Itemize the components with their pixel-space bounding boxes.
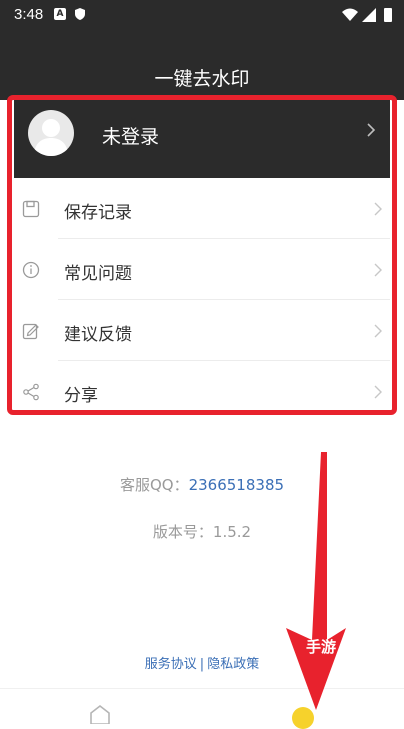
service-agreement-link[interactable]: 服务协议 [145, 657, 197, 672]
menu-item-label: 建议反馈 [64, 325, 132, 345]
app-header: 一键去水印 [0, 30, 404, 100]
wifi-icon [342, 8, 358, 21]
version-text: 版本号：1.5.2 [152, 523, 252, 541]
menu-item-share[interactable]: 分享 [14, 361, 390, 422]
privacy-policy-link[interactable]: 隐私政策 [207, 657, 259, 672]
login-status: 未登录 [102, 126, 160, 148]
battery-icon [384, 8, 392, 22]
status-time: 3:48 [14, 6, 44, 23]
bottom-nav [0, 688, 404, 729]
overlay-label: 手游 [306, 638, 337, 656]
status-bar: 3:48 A [0, 0, 404, 30]
notification-a-icon: A [54, 8, 66, 20]
menu-item-label: 保存记录 [64, 203, 132, 223]
link-separator: | [199, 657, 205, 672]
shield-icon [75, 8, 85, 20]
page-title: 一键去水印 [154, 68, 250, 90]
avatar[interactable] [28, 110, 74, 156]
chevron-right-icon [374, 202, 382, 216]
menu-item-save-records[interactable]: 保存记录 [14, 178, 390, 239]
chevron-right-icon [367, 123, 376, 137]
home-icon[interactable] [89, 704, 111, 724]
status-icons [342, 8, 392, 22]
chevron-right-icon [374, 385, 382, 399]
share-icon [23, 383, 39, 401]
chevron-right-icon [374, 324, 382, 338]
signal-icon [362, 8, 376, 22]
footer-links: 服务协议 | 隐私政策 [0, 653, 404, 672]
profile-row[interactable]: 未登录 [14, 100, 390, 178]
menu-item-faq[interactable]: 常见问题 [14, 239, 390, 300]
menu-list: 保存记录 常见问题 建议反馈 分享 [14, 178, 390, 422]
customer-service-qq: 客服QQ：2366518385 [0, 474, 404, 495]
feedback-icon [22, 323, 39, 340]
qq-number[interactable]: 2366518385 [189, 476, 284, 494]
save-icon [22, 200, 40, 218]
menu-item-label: 分享 [64, 386, 98, 406]
info-icon [22, 261, 40, 279]
qq-label: 客服QQ： [119, 476, 189, 494]
chevron-right-icon [374, 263, 382, 277]
user-avatar-icon [34, 119, 68, 156]
mine-tab-icon[interactable] [292, 707, 314, 729]
menu-item-label: 常见问题 [64, 264, 132, 284]
menu-item-feedback[interactable]: 建议反馈 [14, 300, 390, 361]
